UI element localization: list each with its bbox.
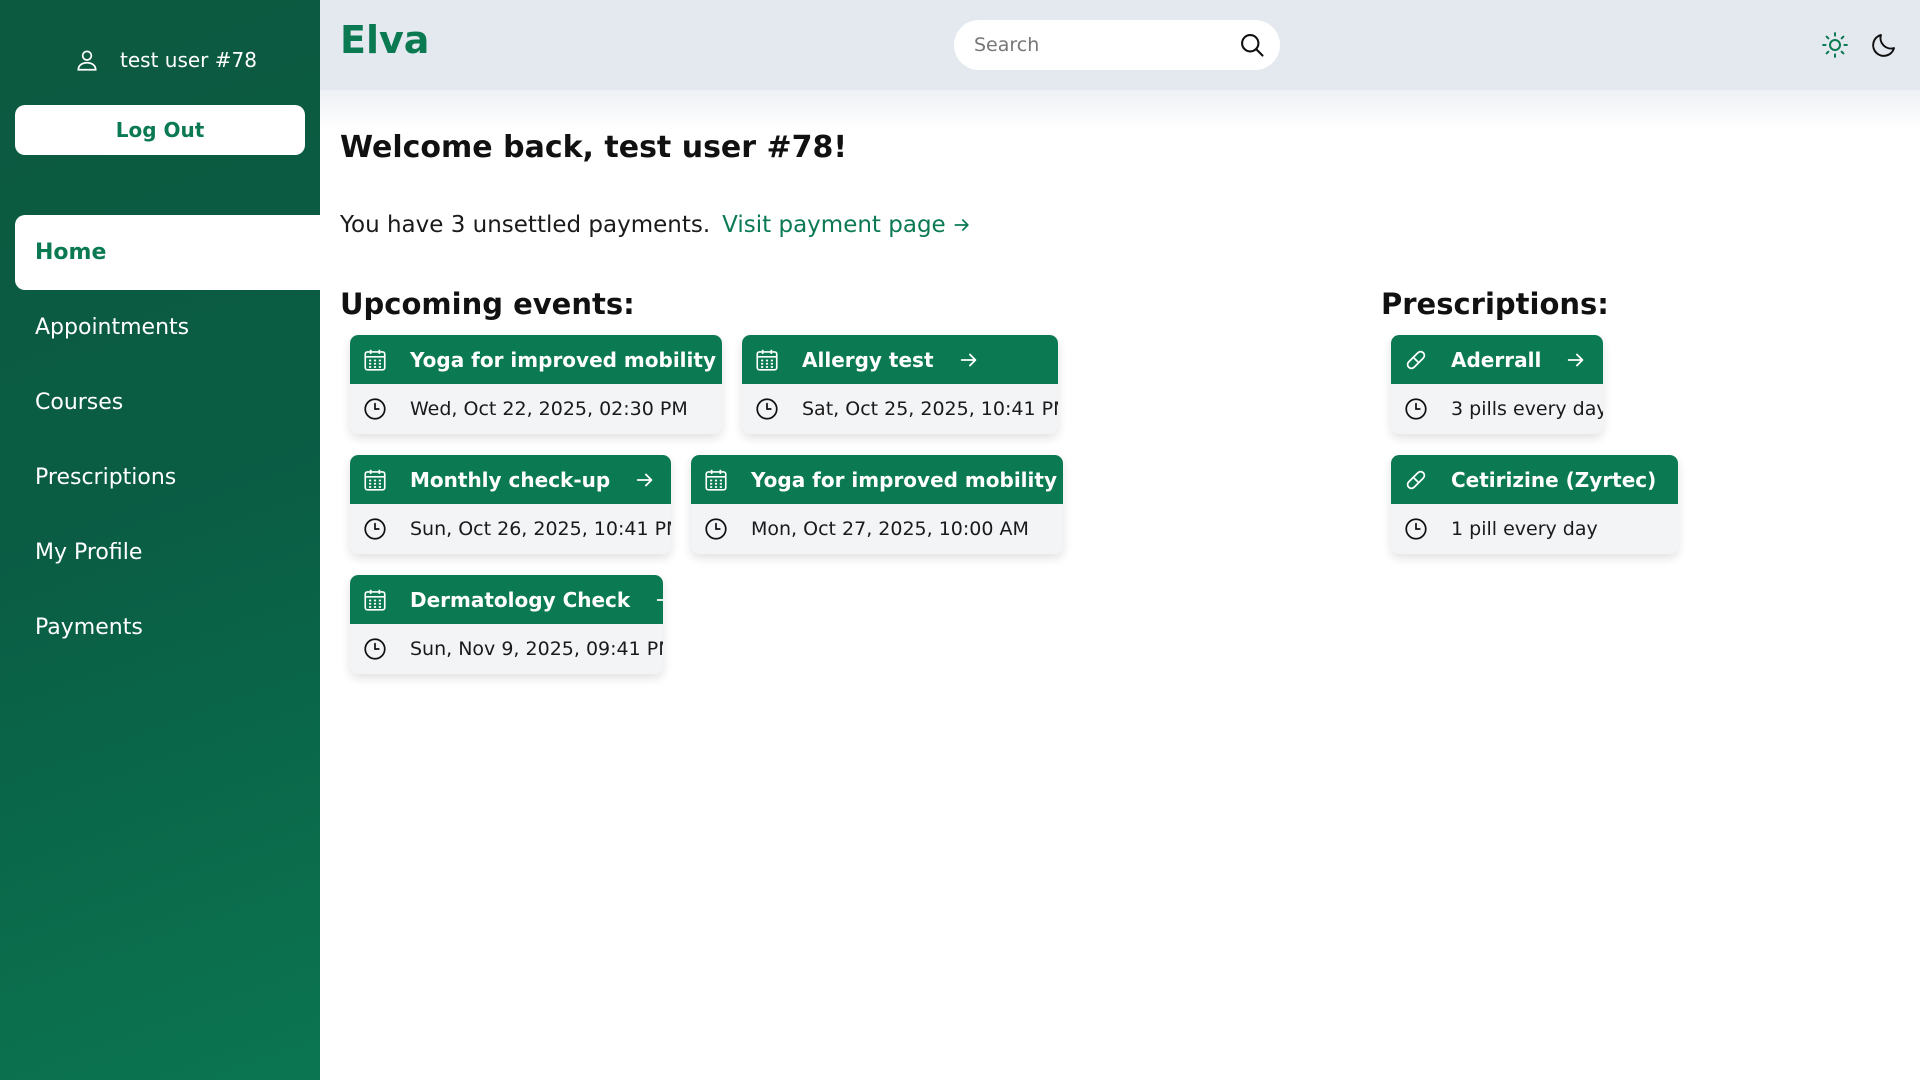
sidebar-item-my-profile[interactable]: My Profile (15, 515, 320, 590)
sidebar-nav: Home Appointments Courses Prescriptions … (15, 215, 320, 665)
event-title: Yoga for improved mobility (410, 347, 716, 372)
calendar-icon (362, 467, 388, 493)
clock-icon (754, 396, 780, 422)
user-icon (74, 47, 100, 73)
pill-icon (1403, 467, 1429, 493)
search-icon[interactable] (1238, 31, 1266, 59)
calendar-icon (362, 587, 388, 613)
user-name: test user #78 (120, 48, 257, 72)
top-bar-shadow (320, 90, 1920, 130)
prescription-card-header[interactable]: Cetirizine (Zyrtec) (1391, 455, 1678, 504)
event-card-body: Sat, Oct 25, 2025, 10:41 PM (742, 384, 1058, 434)
arrow-right-icon (654, 589, 663, 611)
event-title: Yoga for improved mobility (751, 467, 1057, 492)
search-input[interactable] (974, 34, 1238, 56)
arrow-right-icon (954, 219, 969, 231)
event-card-header[interactable]: Dermatology Check (350, 575, 663, 624)
event-card-body: Sun, Oct 26, 2025, 10:41 PM (350, 504, 671, 554)
event-datetime: Sat, Oct 25, 2025, 10:41 PM (802, 398, 1058, 420)
prescription-card-header[interactable]: Aderrall (1391, 335, 1603, 384)
clock-icon (362, 396, 388, 422)
event-datetime: Sun, Nov 9, 2025, 09:41 PM (410, 638, 663, 660)
event-card: Yoga for improved mobility Wed, Oct 22, … (350, 335, 722, 434)
payment-link-label: Visit payment page (722, 212, 946, 238)
event-card-body: Mon, Oct 27, 2025, 10:00 AM (691, 504, 1063, 554)
arrow-right-icon (634, 469, 656, 491)
sidebar-item-appointments[interactable]: Appointments (15, 290, 320, 365)
payment-page-link[interactable]: Visit payment page (722, 212, 972, 238)
calendar-icon (754, 347, 780, 373)
prescription-dosage: 1 pill every day (1451, 518, 1598, 540)
event-datetime: Sun, Oct 26, 2025, 10:41 PM (410, 518, 671, 540)
event-card-header[interactable]: Yoga for improved mobility (691, 455, 1063, 504)
app-root: test user #78 Log Out Home Appointments … (0, 0, 1920, 1080)
prescription-card-body: 1 pill every day (1391, 504, 1678, 554)
event-card-body: Sun, Nov 9, 2025, 09:41 PM (350, 624, 663, 674)
prescription-card: Aderrall 3 pills every day (1391, 335, 1603, 434)
light-mode-icon[interactable] (1820, 30, 1850, 60)
event-title: Dermatology Check (410, 587, 631, 612)
clock-icon (1403, 396, 1429, 422)
prescription-card: Cetirizine (Zyrtec) 1 pill every day (1391, 455, 1678, 554)
arrow-right-icon (958, 349, 980, 371)
event-card-header[interactable]: Monthly check-up (350, 455, 671, 504)
sidebar: test user #78 Log Out Home Appointments … (0, 0, 320, 1080)
payments-text: You have 3 unsettled payments. (340, 212, 711, 238)
event-datetime: Wed, Oct 22, 2025, 02:30 PM (410, 398, 688, 420)
pill-icon (1403, 347, 1429, 373)
sidebar-item-courses[interactable]: Courses (15, 365, 320, 440)
event-card: Allergy test Sat, Oct 25, 2025, 10:41 PM (742, 335, 1058, 434)
top-bar: Elva (320, 0, 1920, 90)
logout-button[interactable]: Log Out (15, 105, 305, 155)
search-box (954, 20, 1280, 70)
event-card-header[interactable]: Allergy test (742, 335, 1058, 384)
user-info: test user #78 (74, 44, 257, 76)
payments-notice: You have 3 unsettled payments. Visit pay… (340, 212, 972, 238)
sidebar-item-payments[interactable]: Payments (15, 590, 320, 665)
calendar-icon (362, 347, 388, 373)
sidebar-item-prescriptions[interactable]: Prescriptions (15, 440, 320, 515)
clock-icon (362, 516, 388, 542)
event-title: Monthly check-up (410, 467, 611, 492)
calendar-icon (703, 467, 729, 493)
event-card: Monthly check-up Sun, Oct 26, 2025, 10:4… (350, 455, 671, 554)
prescription-card-body: 3 pills every day (1391, 384, 1603, 434)
prescription-dosage: 3 pills every day (1451, 398, 1603, 420)
prescription-name: Cetirizine (Zyrtec) (1451, 467, 1657, 492)
event-title: Allergy test (802, 347, 934, 372)
event-card: Yoga for improved mobility Mon, Oct 27, … (691, 455, 1063, 554)
event-datetime: Mon, Oct 27, 2025, 10:00 AM (751, 518, 1029, 540)
prescriptions-heading: Prescriptions: (1381, 287, 1609, 321)
arrow-right-icon (1565, 349, 1587, 371)
welcome-heading: Welcome back, test user #78! (340, 130, 848, 165)
clock-icon (362, 636, 388, 662)
event-card-header[interactable]: Yoga for improved mobility (350, 335, 722, 384)
sidebar-item-home[interactable]: Home (15, 215, 320, 290)
prescription-name: Aderrall (1451, 347, 1542, 372)
dark-mode-icon[interactable] (1869, 30, 1899, 60)
brand-logo[interactable]: Elva (340, 18, 429, 62)
event-card: Dermatology Check Sun, Nov 9, 2025, 09:4… (350, 575, 663, 674)
clock-icon (703, 516, 729, 542)
clock-icon (1403, 516, 1429, 542)
event-card-body: Wed, Oct 22, 2025, 02:30 PM (350, 384, 722, 434)
events-heading: Upcoming events: (340, 287, 635, 321)
